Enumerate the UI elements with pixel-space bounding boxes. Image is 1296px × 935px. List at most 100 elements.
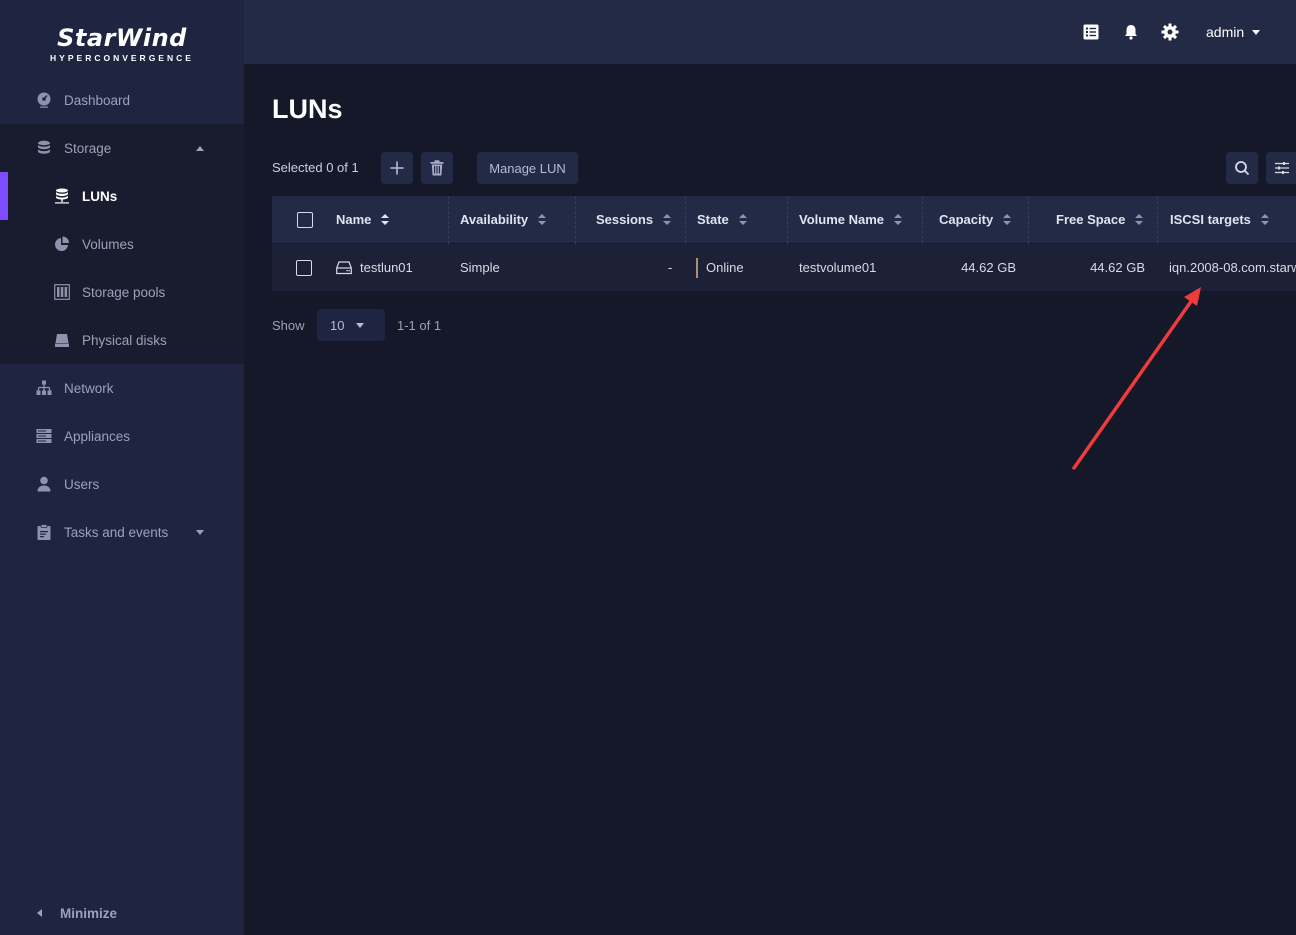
sidebar-item-label: Appliances <box>64 428 131 444</box>
select-all-checkbox[interactable] <box>297 211 313 228</box>
database-icon <box>36 140 52 156</box>
sidebar-item-luns[interactable]: LUNs <box>0 172 244 220</box>
sort-icon <box>1003 214 1012 225</box>
logo-tagline: HYPERCONVERGENCE <box>50 53 194 63</box>
column-header-capacity[interactable]: Capacity <box>939 196 1012 243</box>
search-icon <box>1235 161 1250 176</box>
row-checkbox[interactable] <box>296 259 312 276</box>
column-divider <box>1028 196 1029 244</box>
sidebar-item-label: Dashboard <box>64 92 131 108</box>
logo-wordmark: StarWind <box>57 24 187 52</box>
luns-table: Name Availability Sessions State Volume … <box>272 196 1296 291</box>
sidebar-item-storage-pools[interactable]: Storage pools <box>0 268 244 316</box>
server-rack-icon <box>36 428 52 444</box>
dashboard-gauge-icon <box>36 92 52 108</box>
sidebar-item-appliances[interactable]: Appliances <box>0 412 244 460</box>
starwind-logo[interactable]: StarWind HYPERCONVERGENCE <box>0 24 244 63</box>
cell-state: Online <box>696 244 744 291</box>
sort-icon <box>894 214 903 225</box>
search-button[interactable] <box>1226 152 1258 184</box>
sidebar-item-label: Volumes <box>82 236 134 252</box>
sidebar-item-label: Tasks and events <box>64 524 169 540</box>
table-header: Name Availability Sessions State Volume … <box>272 196 1296 244</box>
chevron-left-icon <box>37 909 42 917</box>
column-header-sessions[interactable]: Sessions <box>596 196 672 243</box>
sort-icon <box>1135 214 1144 225</box>
sidebar-item-volumes[interactable]: Volumes <box>0 220 244 268</box>
cell-availability: Simple <box>460 260 500 275</box>
sidebar-item-label: LUNs <box>82 188 118 204</box>
sidebar-item-network[interactable]: Network <box>0 364 244 412</box>
column-divider <box>922 196 923 244</box>
sidebar-item-tasks-and-events[interactable]: Tasks and events <box>0 508 244 556</box>
plus-icon <box>390 161 404 175</box>
minimize-label: Minimize <box>60 905 118 921</box>
sort-icon <box>738 214 747 225</box>
trash-icon <box>430 160 444 176</box>
sidebar-item-storage[interactable]: Storage <box>0 124 244 172</box>
pie-chart-icon <box>54 236 70 252</box>
gear-icon[interactable] <box>1160 22 1180 42</box>
column-divider <box>1157 196 1158 244</box>
column-settings-button[interactable] <box>1266 152 1296 184</box>
sidebar-item-dashboard[interactable]: Dashboard <box>0 76 244 124</box>
sidebar-item-users[interactable]: Users <box>0 460 244 508</box>
sort-icon <box>663 214 672 225</box>
sidebar-item-label: Physical disks <box>82 332 167 348</box>
minimize-sidebar-button[interactable]: Minimize <box>0 898 244 928</box>
column-header-state[interactable]: State <box>697 196 747 243</box>
sidebar-item-label: Storage pools <box>82 284 166 300</box>
chevron-down-icon <box>356 323 364 328</box>
page-size-value: 10 <box>330 318 345 333</box>
cell-free-space: 44.62 GB <box>1090 260 1145 275</box>
sidebar-item-label: Storage <box>64 140 112 156</box>
show-label: Show <box>272 318 305 333</box>
sliders-icon <box>1275 162 1289 174</box>
select-all-cell <box>297 196 313 243</box>
selection-count: Selected 0 of 1 <box>272 160 359 175</box>
username: admin <box>1206 24 1245 40</box>
chevron-up-icon[interactable] <box>196 145 204 151</box>
sort-icon <box>538 214 547 225</box>
row-select-cell <box>296 244 312 291</box>
sidebar-item-label: Network <box>64 380 114 396</box>
column-header-free-space[interactable]: Free Space <box>1056 196 1144 243</box>
task-list-icon[interactable] <box>1081 22 1101 42</box>
network-sitemap-icon <box>36 380 52 396</box>
column-header-volume-name[interactable]: Volume Name <box>799 196 903 243</box>
annotation-arrow-shaft <box>1072 298 1194 470</box>
storage-pool-icon <box>54 284 70 300</box>
lun-icon <box>54 188 70 204</box>
cell-capacity: 44.62 GB <box>961 260 1016 275</box>
sidebar-item-label: Users <box>64 476 100 492</box>
top-bar: admin <box>244 0 1296 64</box>
sort-icon <box>1260 214 1269 225</box>
sort-icon <box>381 214 390 225</box>
pagination-range: 1-1 of 1 <box>397 318 442 333</box>
add-lun-button[interactable] <box>381 152 413 184</box>
chevron-down-icon[interactable] <box>196 529 204 535</box>
cell-iscsi-targets[interactable]: iqn.2008-08.com.starwind <box>1169 244 1296 291</box>
hard-disk-icon <box>54 332 70 348</box>
column-header-name[interactable]: Name <box>336 196 390 243</box>
lun-disk-icon <box>336 260 352 274</box>
bell-icon[interactable] <box>1121 22 1141 42</box>
manage-lun-button[interactable]: Manage LUN <box>477 152 578 184</box>
column-divider <box>575 196 576 244</box>
cell-name[interactable]: testlun01 <box>336 244 413 291</box>
user-menu[interactable]: admin <box>1206 24 1261 40</box>
user-icon <box>36 476 52 492</box>
page-title: LUNs <box>272 94 343 124</box>
state-indicator <box>696 257 698 278</box>
page-size-select[interactable]: 10 <box>317 309 385 341</box>
column-header-availability[interactable]: Availability <box>460 196 547 243</box>
column-header-iscsi-targets[interactable]: ISCSI targets <box>1170 196 1269 243</box>
chevron-down-icon <box>1252 29 1261 35</box>
cell-sessions: - <box>668 260 673 275</box>
sidebar: StarWind HYPERCONVERGENCE Dashboard Stor… <box>0 0 244 935</box>
sidebar-item-physical-disks[interactable]: Physical disks <box>0 316 244 364</box>
column-divider <box>448 196 449 244</box>
clipboard-icon <box>36 524 52 540</box>
delete-lun-button[interactable] <box>421 152 453 184</box>
table-row[interactable]: testlun01 Simple - Online testvolume01 4… <box>272 244 1296 291</box>
